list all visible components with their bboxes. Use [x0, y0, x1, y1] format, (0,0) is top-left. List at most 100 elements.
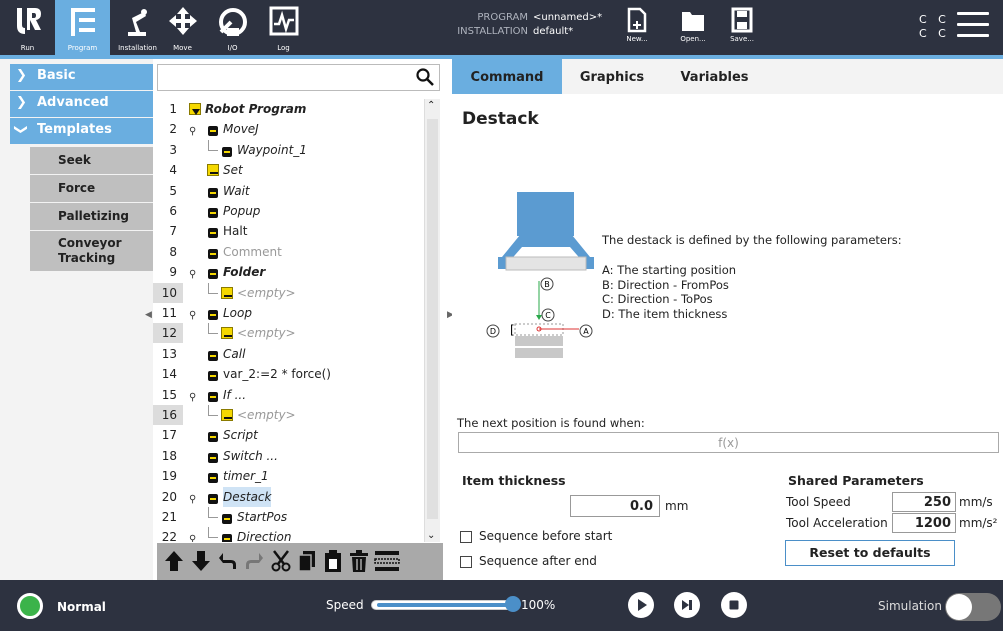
template-palletizing-label: Palletizing	[58, 209, 130, 223]
sequence-after-end-checkbox[interactable]	[460, 556, 472, 568]
save-button-label: Save...	[730, 35, 754, 43]
tree-row[interactable]: 18 Switch ...	[153, 446, 424, 467]
delete-icon[interactable]	[348, 549, 370, 573]
item-thickness-input[interactable]: 0.0	[570, 495, 660, 517]
next-position-expression-field[interactable]: f(x)	[458, 432, 999, 453]
left-splitter-handle[interactable]: ◀	[145, 310, 153, 324]
tree-row[interactable]: 9 ⚲ Folder	[153, 262, 424, 283]
io-icon	[218, 8, 247, 36]
tree-connector	[208, 139, 218, 151]
search-icon[interactable]	[416, 68, 434, 89]
tree-row[interactable]: 21 StartPos	[153, 507, 424, 528]
tool-acceleration-input[interactable]: 1200	[892, 513, 956, 533]
tree-row[interactable]: 1 Robot Program	[153, 99, 424, 120]
tab-variables[interactable]: Variables	[662, 59, 767, 94]
simulation-toggle[interactable]	[945, 593, 1001, 621]
tree-node-label: Set	[223, 163, 243, 178]
category-advanced-label: Advanced	[37, 95, 109, 110]
tree-node-label: <empty>	[237, 326, 296, 341]
tree-row[interactable]: 7 Halt	[153, 221, 424, 242]
tree-row[interactable]: 12 <empty>	[153, 323, 424, 344]
diagram-label-c: C	[545, 311, 551, 320]
tree-row[interactable]: 15 ⚲ If ...	[153, 385, 424, 406]
category-basic[interactable]: ❯ Basic	[10, 64, 153, 90]
paste-icon[interactable]	[322, 549, 344, 573]
nav-log-button[interactable]: Log	[256, 0, 311, 55]
waypoint-icon	[221, 511, 233, 524]
set-icon	[207, 164, 219, 177]
tree-row[interactable]: 22 ⚲ Direction	[153, 527, 424, 542]
move-down-icon[interactable]	[190, 549, 212, 573]
tree-row[interactable]: 20 ⚲ Destack	[153, 486, 424, 508]
tree-row[interactable]: 13 Call	[153, 344, 424, 365]
sequence-before-start-checkbox[interactable]	[460, 531, 472, 543]
open-button[interactable]: Open...	[673, 4, 713, 54]
stop-icon	[729, 600, 739, 610]
template-seek-button[interactable]: Seek	[30, 147, 153, 174]
scroll-down-icon[interactable]: ⌄	[427, 530, 435, 541]
search-input[interactable]	[157, 64, 440, 91]
tree-node-label: MoveJ	[223, 122, 259, 137]
timer-icon	[207, 470, 219, 484]
category-advanced[interactable]: ❯ Advanced	[10, 91, 153, 117]
tree-row[interactable]: 14 var_2:=2 * force()	[153, 364, 424, 385]
template-force-button[interactable]: Force	[30, 175, 153, 202]
tree-row[interactable]: 16 <empty>	[153, 405, 424, 426]
tree-row[interactable]: 17 Script	[153, 425, 424, 446]
program-tree[interactable]: 1 Robot Program 2 ⚲ MoveJ 3 Waypoint_1 4 Set 5 Wai…	[153, 99, 424, 542]
speed-label: Speed	[326, 598, 364, 612]
play-button[interactable]	[628, 592, 654, 618]
nav-io-button[interactable]: I/O	[205, 0, 260, 55]
tree-row[interactable]: 6 Popup	[153, 201, 424, 222]
cc-indicator: C C C C	[919, 13, 950, 41]
tree-node-label: If ...	[223, 387, 247, 402]
undo-icon[interactable]	[217, 549, 239, 573]
tree-row[interactable]: 2 ⚲ MoveJ	[153, 119, 424, 140]
simulation-label: Simulation	[878, 599, 942, 613]
tree-line-number: 9	[169, 265, 177, 280]
tree-row[interactable]: 4 Set	[153, 160, 424, 181]
tree-line-number: 21	[161, 510, 177, 524]
tree-node-label: Switch ...	[223, 448, 278, 463]
move-up-icon[interactable]	[163, 549, 185, 573]
step-button[interactable]	[674, 592, 700, 618]
installation-name: default*	[533, 26, 574, 37]
hamburger-menu-icon[interactable]	[957, 12, 989, 40]
robot-status-indicator[interactable]	[17, 593, 43, 619]
tree-row[interactable]: 11 ⚲ Loop	[153, 303, 424, 324]
nav-program-button[interactable]: Program	[55, 0, 110, 55]
redo-icon[interactable]	[243, 549, 265, 573]
move-arrows-icon	[207, 123, 219, 137]
speed-slider-handle[interactable]	[505, 596, 521, 612]
nav-run-button[interactable]: Run	[0, 0, 55, 55]
tree-row[interactable]: 8 Comment	[153, 242, 424, 263]
program-info-labels: PROGRAM INSTALLATION	[440, 11, 528, 39]
tree-row[interactable]: 3 Waypoint_1	[153, 139, 424, 161]
scrollbar-thumb[interactable]	[427, 119, 438, 519]
tree-row[interactable]: 10 <empty>	[153, 282, 424, 304]
tool-speed-input[interactable]: 250	[892, 492, 956, 512]
expand-pin-icon[interactable]: ⚲	[189, 530, 196, 542]
save-button[interactable]: Save...	[722, 4, 762, 54]
tab-graphics[interactable]: Graphics	[562, 59, 662, 94]
command-title: Destack	[462, 109, 539, 129]
tree-scrollbar[interactable]: ⌃ ⌄	[424, 99, 440, 542]
suppress-icon[interactable]	[374, 549, 400, 573]
tree-row[interactable]: 19 timer_1	[153, 466, 424, 487]
tab-command[interactable]: Command	[452, 59, 562, 94]
speed-slider[interactable]	[371, 596, 521, 612]
scroll-up-icon[interactable]: ⌃	[427, 100, 435, 111]
tree-line-number: 22	[161, 530, 177, 542]
cut-icon[interactable]	[270, 549, 292, 573]
next-position-label: The next position is found when:	[457, 416, 645, 430]
template-conveyor-tracking-button[interactable]: Conveyor Tracking	[30, 231, 153, 271]
template-palletizing-button[interactable]: Palletizing	[30, 203, 153, 230]
new-button[interactable]: New...	[617, 4, 657, 54]
tree-node-label: Call	[223, 346, 246, 361]
category-templates[interactable]: ❯ Templates	[10, 118, 153, 144]
stop-button[interactable]	[721, 592, 747, 618]
reset-to-defaults-button[interactable]: Reset to defaults	[785, 540, 955, 566]
copy-icon[interactable]	[296, 549, 318, 573]
tree-row[interactable]: 5 Wait	[153, 181, 424, 202]
nav-move-button[interactable]: Move	[155, 0, 210, 55]
